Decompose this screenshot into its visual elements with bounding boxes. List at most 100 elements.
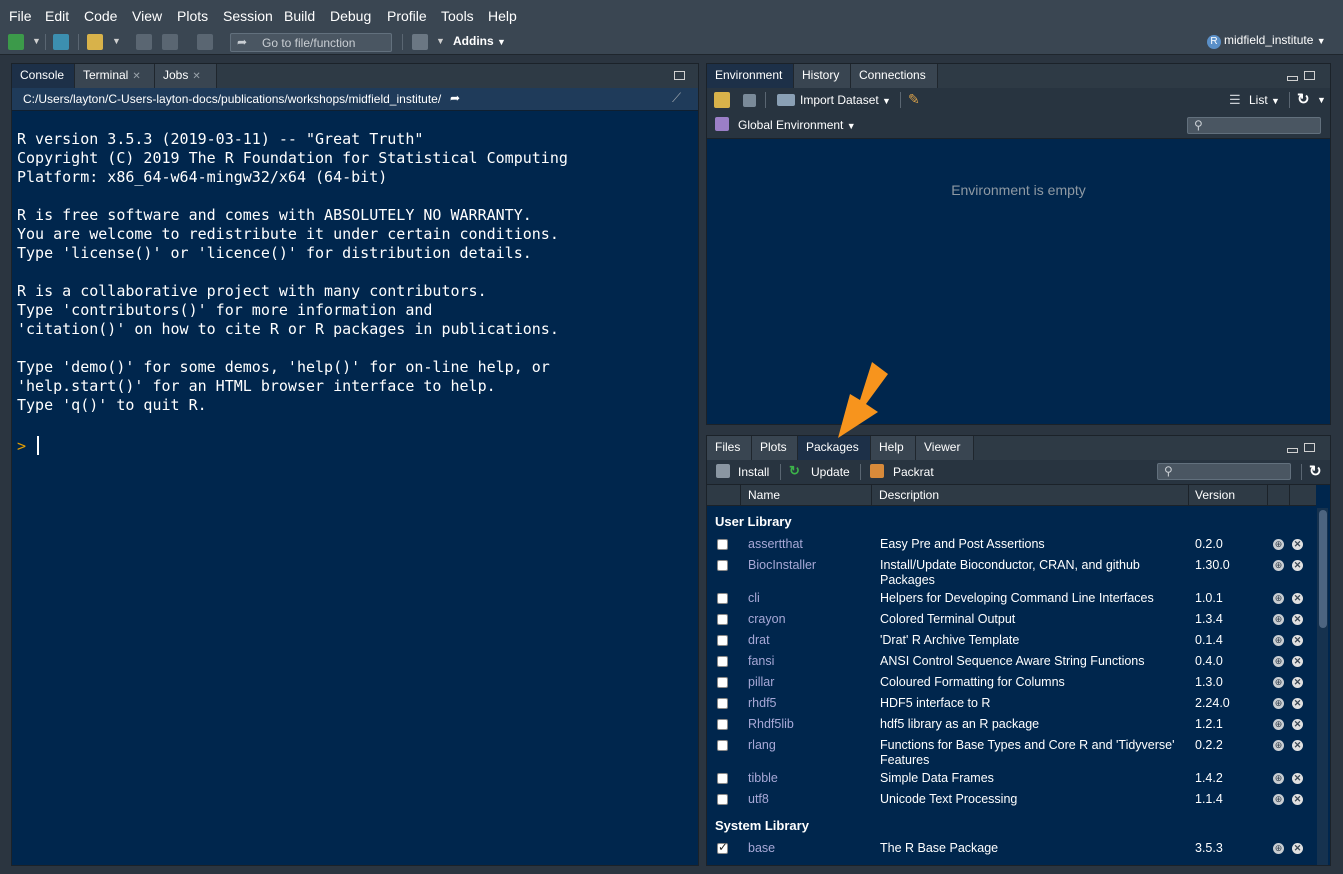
go-to-directory-icon[interactable]: ➦ bbox=[450, 91, 460, 105]
globe-icon[interactable]: ⊕ bbox=[1273, 593, 1284, 604]
globe-icon[interactable]: ⊕ bbox=[1273, 773, 1284, 784]
package-checkbox[interactable] bbox=[717, 593, 728, 604]
broom-icon[interactable]: ✎ bbox=[908, 91, 920, 108]
minimize-icon[interactable] bbox=[1287, 448, 1298, 453]
project-menu[interactable]: Rmidfield_institute ▼ bbox=[1207, 33, 1326, 49]
minimize-icon[interactable] bbox=[1287, 76, 1298, 81]
tab-environment[interactable]: Environment bbox=[707, 64, 794, 88]
import-dataset-button[interactable]: Import Dataset ▼ bbox=[800, 93, 891, 107]
go-to-file-input[interactable]: ➦ Go to file/function bbox=[230, 33, 392, 52]
environment-search-input[interactable]: ⚲ bbox=[1187, 117, 1321, 134]
globe-icon[interactable]: ⊕ bbox=[1273, 539, 1284, 550]
package-checkbox[interactable] bbox=[717, 794, 728, 805]
remove-package-icon[interactable]: ✕ bbox=[1292, 614, 1303, 625]
refresh-icon[interactable]: ↻ bbox=[1309, 462, 1322, 480]
tab-files[interactable]: Files bbox=[707, 436, 752, 460]
remove-package-icon[interactable]: ✕ bbox=[1292, 560, 1303, 571]
addins-button[interactable]: Addins ▼ bbox=[453, 34, 506, 48]
globe-icon[interactable]: ⊕ bbox=[1273, 560, 1284, 571]
globe-icon[interactable]: ⊕ bbox=[1273, 614, 1284, 625]
package-name-link[interactable]: cli bbox=[748, 591, 760, 605]
globe-icon[interactable]: ⊕ bbox=[1273, 677, 1284, 688]
remove-package-icon[interactable]: ✕ bbox=[1292, 593, 1303, 604]
package-name-link[interactable]: fansi bbox=[748, 654, 774, 668]
save-all-icon[interactable] bbox=[162, 34, 178, 50]
tab-connections[interactable]: Connections bbox=[851, 64, 938, 88]
package-name-link[interactable]: drat bbox=[748, 633, 770, 647]
menu-code[interactable]: Code bbox=[84, 8, 117, 24]
maximize-icon[interactable] bbox=[1304, 443, 1315, 452]
new-project-icon[interactable] bbox=[53, 34, 69, 50]
package-checkbox[interactable] bbox=[717, 773, 728, 784]
globe-icon[interactable]: ⊕ bbox=[1273, 719, 1284, 730]
menu-build[interactable]: Build bbox=[284, 8, 315, 24]
console-input-cursor[interactable] bbox=[37, 436, 39, 455]
new-file-icon[interactable] bbox=[8, 34, 24, 50]
broom-icon[interactable]: ⟋ bbox=[672, 90, 681, 106]
packages-search-input[interactable]: ⚲ bbox=[1157, 463, 1291, 480]
chevron-down-icon[interactable]: ▼ bbox=[436, 36, 445, 46]
globe-icon[interactable]: ⊕ bbox=[1273, 635, 1284, 646]
package-name-link[interactable]: utf8 bbox=[748, 792, 769, 806]
packages-scrollbar-thumb[interactable] bbox=[1319, 510, 1327, 628]
remove-package-icon[interactable]: ✕ bbox=[1292, 773, 1303, 784]
remove-package-icon[interactable]: ✕ bbox=[1292, 719, 1303, 730]
menu-help[interactable]: Help bbox=[488, 8, 517, 24]
menu-plots[interactable]: Plots bbox=[177, 8, 208, 24]
package-checkbox[interactable] bbox=[717, 635, 728, 646]
package-name-link[interactable]: Rhdf5lib bbox=[748, 717, 794, 731]
package-name-link[interactable]: BiocInstaller bbox=[748, 558, 816, 572]
globe-icon[interactable]: ⊕ bbox=[1273, 843, 1284, 854]
environment-scope-dropdown[interactable]: Global Environment ▼ bbox=[738, 118, 856, 132]
tab-viewer[interactable]: Viewer bbox=[916, 436, 974, 460]
refresh-icon[interactable]: ↻ bbox=[1297, 90, 1310, 108]
remove-package-icon[interactable]: ✕ bbox=[1292, 794, 1303, 805]
remove-package-icon[interactable]: ✕ bbox=[1292, 635, 1303, 646]
package-name-link[interactable]: base bbox=[748, 841, 775, 855]
package-checkbox[interactable] bbox=[717, 614, 728, 625]
maximize-icon[interactable] bbox=[1304, 71, 1315, 80]
column-header-name[interactable]: Name bbox=[748, 488, 780, 502]
column-header-version[interactable]: Version bbox=[1195, 488, 1235, 502]
chevron-down-icon[interactable]: ▼ bbox=[1317, 95, 1326, 105]
package-name-link[interactable]: assertthat bbox=[748, 537, 803, 551]
package-name-link[interactable]: rlang bbox=[748, 738, 776, 752]
package-checkbox[interactable] bbox=[717, 656, 728, 667]
maximize-icon[interactable] bbox=[674, 71, 685, 80]
menu-file[interactable]: File bbox=[9, 8, 32, 24]
update-button[interactable]: Update bbox=[811, 465, 850, 479]
install-button[interactable]: Install bbox=[738, 465, 769, 479]
save-icon[interactable] bbox=[136, 34, 152, 50]
menu-debug[interactable]: Debug bbox=[330, 8, 371, 24]
remove-package-icon[interactable]: ✕ bbox=[1292, 677, 1303, 688]
globe-icon[interactable]: ⊕ bbox=[1273, 740, 1284, 751]
menu-edit[interactable]: Edit bbox=[45, 8, 69, 24]
package-checkbox[interactable] bbox=[717, 677, 728, 688]
package-checkbox[interactable] bbox=[717, 740, 728, 751]
tab-jobs[interactable]: Jobs ✕ bbox=[155, 64, 217, 88]
tab-plots[interactable]: Plots bbox=[752, 436, 798, 460]
package-checkbox[interactable] bbox=[717, 698, 728, 709]
open-folder-icon[interactable] bbox=[87, 34, 103, 50]
menu-view[interactable]: View bbox=[132, 8, 162, 24]
remove-package-icon[interactable]: ✕ bbox=[1292, 539, 1303, 550]
package-name-link[interactable]: crayon bbox=[748, 612, 786, 626]
package-checkbox[interactable] bbox=[717, 539, 728, 550]
load-workspace-icon[interactable] bbox=[714, 92, 730, 108]
remove-package-icon[interactable]: ✕ bbox=[1292, 656, 1303, 667]
menu-profile[interactable]: Profile bbox=[387, 8, 427, 24]
tab-console[interactable]: Console bbox=[12, 64, 75, 88]
close-icon[interactable]: ✕ bbox=[132, 71, 140, 82]
chevron-down-icon[interactable]: ▼ bbox=[112, 36, 121, 46]
print-icon[interactable] bbox=[197, 34, 213, 50]
package-name-link[interactable]: pillar bbox=[748, 675, 774, 689]
remove-package-icon[interactable]: ✕ bbox=[1292, 843, 1303, 854]
save-workspace-icon[interactable] bbox=[743, 94, 756, 107]
menu-session[interactable]: Session bbox=[223, 8, 273, 24]
column-header-description[interactable]: Description bbox=[879, 488, 939, 502]
globe-icon[interactable]: ⊕ bbox=[1273, 794, 1284, 805]
package-name-link[interactable]: rhdf5 bbox=[748, 696, 777, 710]
tab-terminal[interactable]: Terminal ✕ bbox=[75, 64, 155, 88]
grid-layout-icon[interactable] bbox=[412, 34, 428, 50]
package-checkbox[interactable] bbox=[717, 719, 728, 730]
